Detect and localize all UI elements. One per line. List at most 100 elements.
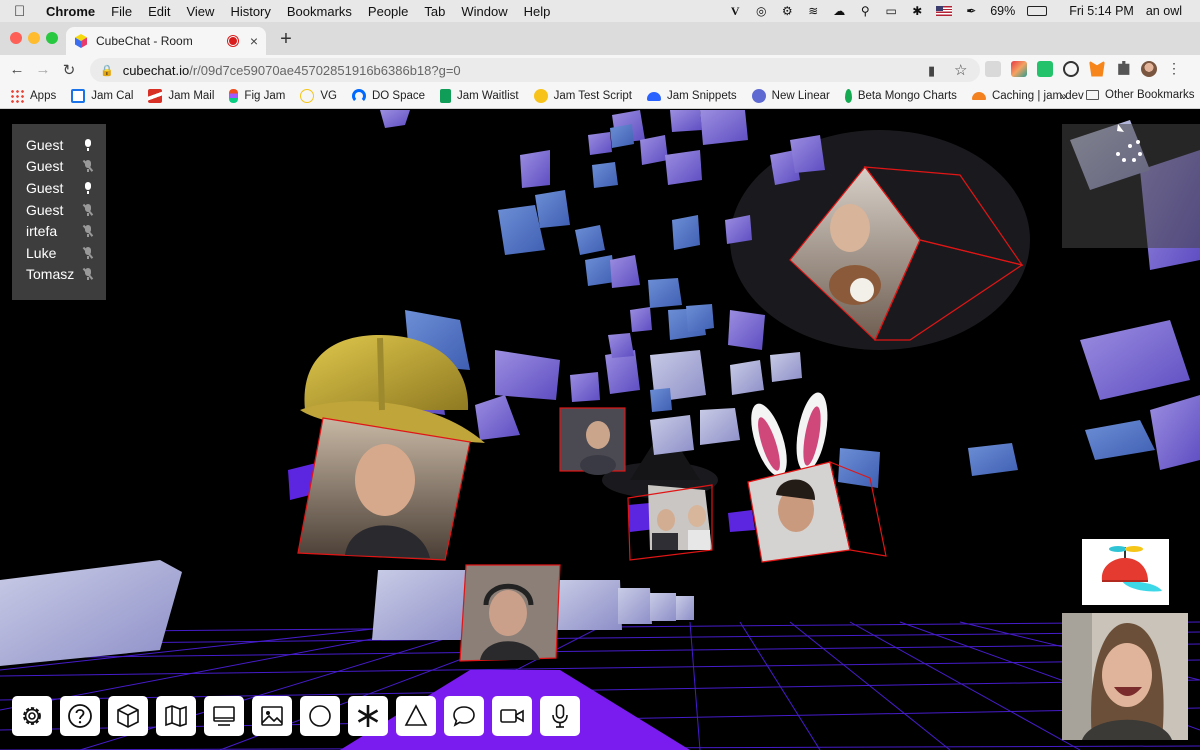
forward-arrow-icon[interactable]: → xyxy=(30,61,56,78)
bookmarks-bar: Apps Jam Cal Jam Mail Fig Jam VG DO Spac… xyxy=(0,84,1200,109)
minimap-canvas xyxy=(1116,124,1142,162)
vimeo-icon[interactable]: V xyxy=(728,4,742,18)
bookmark-vg[interactable]: VG xyxy=(300,89,337,103)
tab-cubechat-room[interactable]: CubeChat - Room × xyxy=(66,27,266,55)
other-bookmarks[interactable]: Other Bookmarks xyxy=(1086,89,1194,101)
help-button[interactable] xyxy=(60,696,100,736)
microphone-muted-icon xyxy=(84,160,92,173)
target-icon[interactable]: ◎ xyxy=(754,4,768,18)
bookmark-jam-cal[interactable]: Jam Cal xyxy=(71,89,133,103)
bookmark-fig-jam[interactable]: Fig Jam xyxy=(229,89,285,103)
menu-file[interactable]: File xyxy=(111,4,132,19)
video-cube-hardhat[interactable] xyxy=(297,417,471,561)
participant-row[interactable]: Guest xyxy=(26,156,106,178)
sun-icon[interactable]: ⚙ xyxy=(780,4,794,18)
bookmark-new-linear[interactable]: New Linear xyxy=(751,89,830,103)
cubechat-favicon-icon xyxy=(75,34,87,48)
avatar-hat-selector[interactable] xyxy=(1082,539,1169,605)
menu-people[interactable]: People xyxy=(368,4,408,19)
bookmark-star-icon[interactable]: ☆ xyxy=(954,61,967,79)
clock[interactable]: Fri 5:14 PM xyxy=(1069,4,1134,18)
bookmark-beta-mongo-charts[interactable]: Beta Mongo Charts xyxy=(844,89,957,103)
user-name[interactable]: an owl xyxy=(1146,4,1182,18)
video-cube-headphones[interactable] xyxy=(459,564,561,662)
zoom-window-button[interactable] xyxy=(46,32,58,44)
image-button[interactable] xyxy=(252,696,292,736)
screen-share-button[interactable] xyxy=(204,696,244,736)
bookmark-apps[interactable]: Apps xyxy=(10,89,56,103)
us-flag-icon[interactable] xyxy=(936,6,953,16)
minimize-window-button[interactable] xyxy=(28,32,40,44)
participant-row[interactable]: Guest xyxy=(26,199,106,221)
self-video-preview[interactable] xyxy=(1062,613,1188,740)
participant-row[interactable]: Guest xyxy=(26,134,106,156)
extension-block-icon[interactable] xyxy=(1063,60,1079,77)
menu-bookmarks[interactable]: Bookmarks xyxy=(287,4,352,19)
extension-grey-icon[interactable] xyxy=(985,60,1001,77)
wifi-icon[interactable]: ✒ xyxy=(964,4,978,18)
close-window-button[interactable] xyxy=(10,32,22,44)
menu-edit[interactable]: Edit xyxy=(148,4,170,19)
search-icon[interactable]: ⚲ xyxy=(858,4,872,18)
reload-icon[interactable]: ↻ xyxy=(56,61,82,79)
lock-icon[interactable]: 🔒 xyxy=(100,64,114,77)
back-arrow-icon[interactable]: ← xyxy=(4,61,30,78)
camera-permission-icon[interactable]: ▮ xyxy=(928,63,935,79)
participant-row[interactable]: Luke xyxy=(26,242,106,264)
bookmark-do-space[interactable]: DO Space xyxy=(351,89,425,103)
profile-avatar[interactable] xyxy=(1141,60,1157,77)
camera-button[interactable] xyxy=(492,696,532,736)
cubechat-3d-scene[interactable]: Guest Guest Guest Guest irtefa Luke Toma… xyxy=(0,110,1200,750)
participant-row[interactable]: irtefa xyxy=(26,220,106,242)
menu-window[interactable]: Window xyxy=(461,4,507,19)
participant-name: Tomasz xyxy=(26,266,75,283)
airplay-icon[interactable]: ▭ xyxy=(884,4,898,18)
new-tab-button[interactable]: + xyxy=(276,28,296,51)
menu-view[interactable]: View xyxy=(186,4,214,19)
metamask-fox-icon[interactable] xyxy=(1089,60,1105,77)
address-bar[interactable]: 🔒 cubechat.io /r/09d7ce59070ae4570285191… xyxy=(90,58,980,82)
screen:  Chrome File Edit View History Bookmark… xyxy=(0,0,1200,750)
bluetooth-icon[interactable]: ✱ xyxy=(910,4,924,18)
circle-button[interactable] xyxy=(300,696,340,736)
chat-button[interactable] xyxy=(444,696,484,736)
close-tab-icon[interactable]: × xyxy=(250,33,258,49)
floating-cubes xyxy=(0,110,1200,666)
menu-history[interactable]: History xyxy=(230,4,270,19)
bookmark-jam-test-script[interactable]: Jam Test Script xyxy=(533,89,632,103)
extension-green-icon[interactable] xyxy=(1037,60,1053,77)
triangle-icon xyxy=(404,704,428,726)
minimap[interactable] xyxy=(1062,124,1200,248)
settings-button[interactable] xyxy=(12,696,52,736)
map-button[interactable] xyxy=(156,696,196,736)
bookmark-jam-waitlist[interactable]: Jam Waitlist xyxy=(440,89,519,103)
participant-row[interactable]: Guest xyxy=(26,177,106,199)
menu-tab[interactable]: Tab xyxy=(424,4,445,19)
more-bookmarks-chevron-icon[interactable]: » xyxy=(1060,89,1067,103)
mongo-leaf-icon xyxy=(844,89,852,103)
extension-rainbow-icon[interactable] xyxy=(1011,60,1027,77)
triangle-button[interactable] xyxy=(396,696,436,736)
cube-button[interactable] xyxy=(108,696,148,736)
participant-name: Guest xyxy=(26,136,64,153)
participant-row[interactable]: Tomasz xyxy=(26,264,106,286)
bookmark-jam-mail[interactable]: Jam Mail xyxy=(148,89,214,103)
apple-icon[interactable]:  xyxy=(14,3,36,20)
battery-icon[interactable] xyxy=(1027,6,1048,16)
browser-menu-icon[interactable]: ⋮ xyxy=(1167,60,1181,77)
menu-help[interactable]: Help xyxy=(524,4,551,19)
sheets-icon xyxy=(440,89,452,103)
bookmark-label: Apps xyxy=(30,90,57,102)
asterisk-button[interactable] xyxy=(348,696,388,736)
bookmark-jam-snippets[interactable]: Jam Snippets xyxy=(646,90,737,102)
video-cube-center[interactable] xyxy=(559,407,626,475)
stream-icon[interactable]: ≋ xyxy=(806,4,820,18)
cube-icon xyxy=(117,704,139,728)
menu-app-name[interactable]: Chrome xyxy=(46,4,95,19)
participant-name: Guest xyxy=(26,158,64,175)
mic-button[interactable] xyxy=(540,696,580,736)
bookmark-caching[interactable]: Caching | jam.dev xyxy=(971,90,1084,102)
cloud-icon[interactable]: ☁ xyxy=(832,4,846,18)
extensions-puzzle-icon[interactable] xyxy=(1118,60,1130,75)
scene-canvas[interactable] xyxy=(0,110,1200,750)
